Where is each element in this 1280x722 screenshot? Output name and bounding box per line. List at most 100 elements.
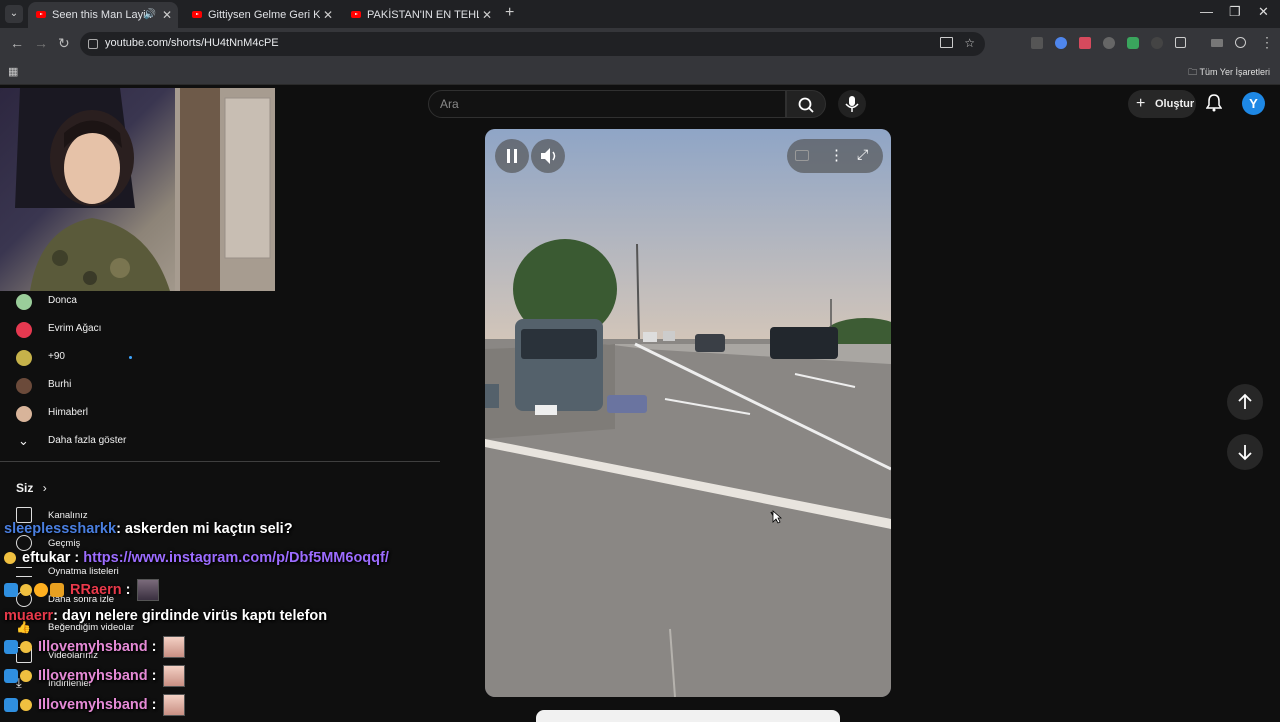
audio-playing-icon[interactable]: 🔊 — [144, 2, 156, 28]
chat-emote-image — [162, 694, 185, 716]
tab-title: Gittiysen Gelme Geri Kedi Versiy — [208, 9, 320, 21]
sidebar-item-label: Geçmiş — [48, 538, 81, 549]
next-short-preview[interactable] — [536, 710, 840, 722]
install-app-icon[interactable] — [940, 37, 953, 48]
extension-icon[interactable] — [1127, 37, 1139, 49]
maximize-icon[interactable]: ❐ — [1229, 4, 1241, 20]
next-short-button[interactable] — [1227, 434, 1263, 470]
chat-separator: : — [74, 550, 80, 566]
extension-icon[interactable] — [1055, 37, 1067, 49]
create-label: Oluştur — [1155, 98, 1195, 110]
tab-2[interactable]: Gittiysen Gelme Geri Kedi Versiy ✕ — [184, 2, 339, 28]
sidebar-divider — [0, 461, 440, 462]
account-avatar[interactable]: Y — [1242, 92, 1265, 115]
chat-message: Illovemyhsband : — [4, 694, 185, 716]
chat-username: Illovemyhsband — [38, 667, 148, 684]
chat-username: muaerr — [4, 608, 54, 624]
channel-avatar — [16, 322, 32, 338]
pause-button[interactable] — [495, 139, 529, 173]
tab-search-button[interactable]: ⌄ — [5, 5, 23, 23]
extension-icon[interactable] — [1151, 37, 1163, 49]
create-button[interactable]: + Oluştur — [1128, 90, 1196, 118]
tab-close-icon[interactable]: ✕ — [482, 2, 492, 28]
reload-icon[interactable]: ↻ — [58, 35, 70, 52]
chat-username: RRaern — [70, 581, 122, 598]
warning-badge-icon — [34, 583, 48, 597]
fullscreen-icon[interactable]: ⤢ — [857, 146, 868, 163]
search-button[interactable] — [786, 90, 826, 118]
subscription-item[interactable]: Donca — [0, 288, 440, 316]
extensions-puzzle-icon[interactable] — [1175, 37, 1186, 48]
subscription-item[interactable]: +90 — [0, 344, 440, 372]
plus-icon: + — [1136, 95, 1146, 112]
notifications-bell-icon[interactable] — [1206, 94, 1222, 112]
video-frame-image — [485, 129, 891, 697]
chat-link[interactable]: https://www.instagram.com/p/Dbf5MM6oqqf/ — [83, 550, 389, 566]
chat-emote-image — [162, 665, 185, 687]
volume-button[interactable] — [531, 139, 565, 173]
more-options-icon[interactable]: ⋮ — [829, 146, 844, 164]
tab-close-icon[interactable]: ✕ — [323, 2, 333, 28]
crown-badge-icon — [50, 583, 64, 597]
search-icon — [798, 97, 814, 113]
minimize-icon[interactable]: — — [1200, 4, 1213, 19]
browser-menu-icon[interactable]: ⋮ — [1260, 34, 1274, 51]
captions-icon[interactable] — [795, 150, 809, 161]
url-text: youtube.com/shorts/HU4tNnM4cPE — [105, 37, 279, 49]
mouse-cursor-icon — [772, 510, 782, 524]
window-close-icon[interactable]: ✕ — [1258, 4, 1269, 20]
tab-3[interactable]: PAKİSTAN'IN EN TEHLİKELİ MA ✕ — [343, 2, 498, 28]
browser-tab-strip: ⌄ Seen this Man Laying Down 🔊 ✕ Gittiyse… — [0, 0, 1280, 28]
short-video-player[interactable]: ⋮ ⤢ — [485, 129, 891, 697]
youtube-favicon-icon — [351, 11, 361, 18]
folder-icon: 🗀 — [1188, 67, 1198, 77]
show-more-label: Daha fazla göster — [48, 435, 127, 446]
tab-close-icon[interactable]: ✕ — [162, 2, 172, 28]
back-icon[interactable]: ← — [10, 35, 24, 51]
chat-emote-image — [136, 579, 159, 601]
address-bar[interactable]: youtube.com/shorts/HU4tNnM4cPE ☆ — [80, 32, 985, 56]
previous-short-button[interactable] — [1227, 384, 1263, 420]
chat-message: RRaern : — [4, 579, 159, 601]
subscription-item[interactable]: Himaberl — [0, 400, 440, 428]
channel-name: +90 — [48, 351, 65, 362]
channel-avatar — [16, 350, 32, 366]
tab-active[interactable]: Seen this Man Laying Down 🔊 ✕ — [28, 2, 178, 28]
voice-search-button[interactable] — [838, 90, 866, 118]
subscription-item[interactable]: Burhi — [0, 372, 440, 400]
extension-icon[interactable] — [1079, 37, 1091, 49]
profile-icon[interactable] — [1235, 37, 1246, 48]
search-input[interactable]: Ara — [428, 90, 786, 118]
chat-text: : — [151, 638, 157, 655]
bookmark-star-icon[interactable]: ☆ — [964, 36, 975, 50]
sidebar-item-label: Kanalınız — [48, 510, 88, 521]
channel-name: Himaberl — [48, 407, 89, 418]
search-placeholder: Ara — [440, 97, 459, 111]
extension-icon[interactable] — [1031, 37, 1043, 49]
channel-name: Evrim Ağacı — [48, 323, 102, 334]
all-bookmarks-button[interactable]: 🗀 Tüm Yer İşaretleri — [1188, 65, 1270, 81]
site-info-icon[interactable] — [88, 39, 98, 49]
arrow-down-icon — [1238, 445, 1252, 461]
chat-text: : — [151, 696, 157, 713]
moon-badge-icon — [20, 670, 32, 682]
moon-badge-icon — [20, 584, 32, 596]
chat-message: eftukar : https://www.instagram.com/p/Db… — [4, 550, 389, 566]
show-more-button[interactable]: ⌄ Daha fazla göster — [0, 428, 440, 456]
you-section-header[interactable]: Siz › — [16, 481, 47, 495]
video-controls-group: ⋮ ⤢ — [787, 139, 883, 173]
sidebar-item-label: Oynatma listeleri — [48, 566, 119, 577]
channel-avatar — [16, 294, 32, 310]
moon-badge-icon — [20, 699, 32, 711]
new-tab-button[interactable]: + — [505, 4, 514, 22]
new-content-indicator — [129, 356, 132, 359]
media-control-icon[interactable] — [1211, 39, 1223, 47]
subscription-item[interactable]: Evrim Ağacı — [0, 316, 440, 344]
extension-icon[interactable] — [1103, 37, 1115, 49]
apps-grid-icon[interactable]: ▦ — [8, 65, 18, 78]
chevron-right-icon: › — [42, 481, 47, 495]
subscriber-badge-icon — [4, 583, 18, 597]
chat-username: sleeplesssharkk — [4, 521, 117, 537]
subscriber-badge-icon — [4, 669, 18, 683]
forward-icon[interactable]: → — [34, 35, 48, 51]
